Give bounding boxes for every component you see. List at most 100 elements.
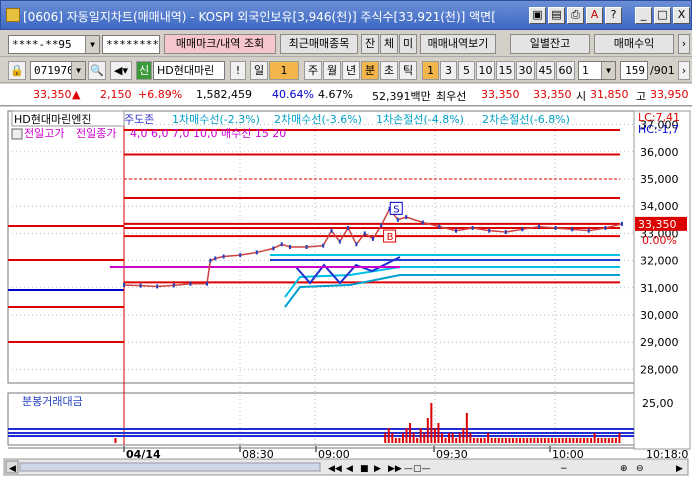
volume-bar (586, 438, 589, 443)
toolbar-more-button[interactable]: › (678, 34, 690, 54)
recent-stocks-button[interactable]: 최근매매종목 (280, 34, 358, 54)
playback-control-icon: ▶ (676, 464, 683, 474)
count-field[interactable]: 159 (620, 61, 648, 80)
minimize-button[interactable]: _ (635, 7, 652, 24)
legend-top-item: 1차손절선(-4.8%) (376, 113, 464, 126)
volume-bar (522, 438, 525, 443)
volume-bar (387, 428, 390, 443)
period-second-button[interactable]: 초 (380, 61, 398, 80)
volume-bar (494, 438, 497, 443)
price-candle (538, 224, 540, 229)
period-tick-button[interactable]: 틱 (399, 61, 417, 80)
price-candle (504, 230, 507, 235)
stock-toolbar: 🔒 071970 ▼ 🔍 ◀▾ 신 HD현대마린 ! 일 1 주 월 년 분 초… (0, 58, 692, 83)
volume-bar (423, 433, 426, 443)
y-tick-label: 35,000 (640, 173, 679, 186)
close-button[interactable]: X (673, 7, 690, 24)
volume-bar (416, 438, 419, 443)
price-candle (172, 283, 175, 288)
print-icon[interactable]: ⎙ (567, 7, 584, 24)
interval-60-button[interactable]: 60 (556, 61, 575, 80)
price-chart[interactable]: 28,00029,00030,00031,00032,00033,00034,0… (0, 107, 692, 491)
playback-control-icon: ⊖ (636, 464, 644, 474)
period-month-button[interactable]: 월 (323, 61, 341, 80)
chevron-down-icon[interactable]: ▼ (601, 62, 615, 79)
volume-bar (597, 438, 600, 443)
trade-mark-button[interactable]: 매매마크/내역 조회 (164, 34, 276, 54)
interval-45-button[interactable]: 45 (536, 61, 555, 80)
lock-icon[interactable]: 🔒 (8, 61, 26, 80)
y-tick-label: 32,000 (640, 255, 679, 268)
interval-1-button[interactable]: 1 (422, 61, 439, 80)
trade-history-button[interactable]: 매매내역보기 (420, 34, 496, 54)
price-candle (338, 239, 341, 244)
price-change: 2,150 (100, 88, 132, 101)
alert-icon[interactable]: ! (230, 61, 246, 80)
filled-button[interactable]: 체 (380, 34, 398, 54)
y-tick-label: 28,000 (640, 363, 679, 376)
price-candle (372, 236, 374, 241)
maximize-button[interactable]: □ (654, 7, 671, 24)
period-day-button[interactable]: 일 (250, 61, 268, 80)
account-select[interactable]: ****-**95 ▼ (8, 35, 100, 54)
daily-balance-button[interactable]: 일별잔고 (510, 34, 590, 54)
price-candle (521, 227, 524, 232)
interval-input[interactable]: 1 ▼ (578, 61, 616, 80)
sell-marker-label: S (393, 204, 399, 215)
price-candle (289, 245, 291, 249)
password-field[interactable]: ******** (102, 35, 160, 54)
chevron-down-icon[interactable]: ▼ (85, 36, 99, 53)
interval-15-button[interactable]: 15 (496, 61, 515, 80)
window-tool-icon-1[interactable]: ▣ (529, 7, 546, 24)
volume-bar (533, 438, 536, 443)
chevron-down-icon[interactable]: ▼ (71, 62, 85, 79)
price-candle (380, 223, 383, 228)
interval-30-button[interactable]: 30 (516, 61, 535, 80)
volume-bar (508, 438, 511, 443)
price-candle (322, 243, 325, 248)
volume-bar (568, 438, 571, 443)
period-day-number[interactable]: 1 (269, 61, 299, 80)
playback-control-icon: ▶ (374, 464, 381, 474)
price-candle (571, 227, 574, 232)
current-price: 33,350 (33, 88, 72, 101)
interval-10-button[interactable]: 10 (476, 61, 495, 80)
volume-bar (575, 438, 578, 443)
interval-3-button[interactable]: 3 (440, 61, 457, 80)
period-year-button[interactable]: 년 (342, 61, 360, 80)
speaker-icon[interactable]: ◀▾ (110, 61, 132, 80)
trade-profit-button[interactable]: 매매수익 (594, 34, 674, 54)
volume-bar (480, 438, 483, 443)
window-tool-icon-2[interactable]: ▤ (548, 7, 565, 24)
scrollbar-thumb (19, 462, 321, 472)
hc-label: HC:-1,7 (638, 123, 679, 136)
price-candle (272, 246, 275, 251)
balance-button[interactable]: 잔 (361, 34, 379, 54)
unfilled-button[interactable]: 미 (399, 34, 417, 54)
volume-bar (465, 413, 468, 443)
period-minute-button[interactable]: 분 (361, 61, 379, 80)
trade-amount: 52,391백만 (372, 90, 431, 103)
stock-name-field[interactable]: HD현대마린 (153, 61, 225, 80)
volume-bar (391, 433, 394, 443)
price-candle (330, 228, 333, 233)
legend-top-item: 2차매수선(-3.6%) (274, 113, 362, 126)
search-icon[interactable]: 🔍 (88, 61, 106, 80)
toolbar2-more-button[interactable]: › (678, 61, 690, 80)
volume-bar (483, 438, 486, 443)
volume-bar (412, 433, 415, 443)
period-week-button[interactable]: 주 (304, 61, 322, 80)
interval-5-button[interactable]: 5 (458, 61, 475, 80)
price-candle (209, 258, 212, 263)
price-candle (280, 242, 283, 247)
open-price: 31,850 (590, 88, 629, 101)
stock-code-field[interactable]: 071970 ▼ (30, 61, 86, 80)
playback-control-icon: − (560, 464, 568, 474)
pct-label: 0.00% (642, 234, 677, 247)
help-icon[interactable]: ? (605, 7, 622, 24)
font-icon[interactable]: A (586, 7, 603, 24)
volume-bar (476, 438, 479, 443)
volume-bar (540, 438, 543, 443)
price-candle (305, 245, 308, 249)
turnover: 4.67% (318, 88, 353, 101)
